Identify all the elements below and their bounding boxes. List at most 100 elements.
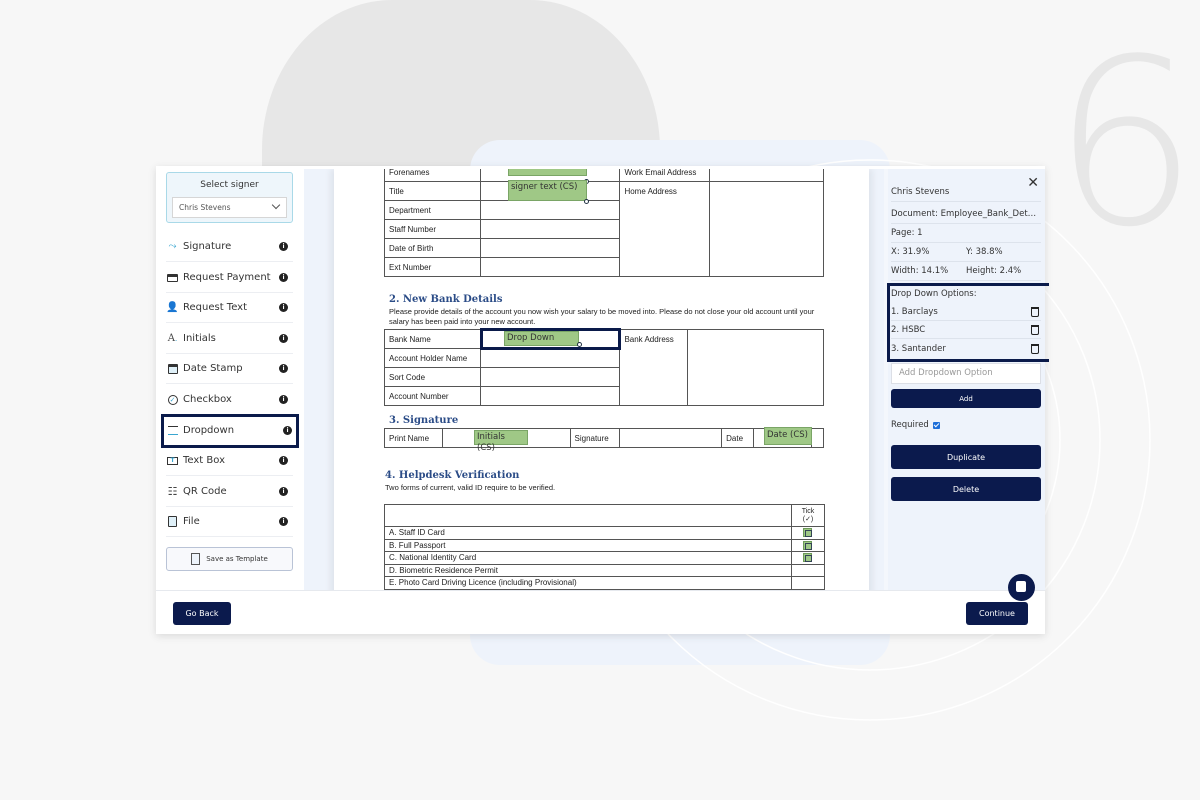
- tool-qr-code[interactable]: ☷ QR Code i: [166, 477, 293, 507]
- option-label: 1. Barclays: [891, 307, 938, 317]
- section-4-title: 4. Helpdesk Verification: [385, 470, 520, 481]
- drop-down-field[interactable]: Drop Down: [504, 331, 579, 346]
- trash-icon[interactable]: [1031, 325, 1039, 335]
- row-label: Date of Birth: [384, 238, 481, 258]
- info-icon[interactable]: i: [279, 364, 288, 373]
- row-label: Forenames: [384, 169, 481, 182]
- save-as-template-button[interactable]: Save as Template: [166, 547, 293, 571]
- credit-card-icon: [166, 271, 179, 284]
- signer-select-value: Chris Stevens: [179, 203, 231, 212]
- document-page: Forenames Work Email Address Title Home …: [334, 169, 869, 590]
- select-signer-title: Select signer: [200, 180, 259, 190]
- tools-sidebar: Select signer Chris Stevens ⤳ Signature …: [156, 166, 304, 590]
- first-name-field[interactable]: First Name: [508, 169, 587, 176]
- info-icon[interactable]: i: [279, 242, 288, 251]
- row-label: E. Photo Card Driving Licence (including…: [383, 576, 793, 590]
- info-icon[interactable]: i: [279, 303, 288, 312]
- required-label: Required: [891, 420, 929, 430]
- delete-button[interactable]: Delete: [891, 477, 1041, 501]
- row-label: Account Number: [384, 386, 481, 406]
- section-4-description: Two forms of current, valid ID require t…: [385, 483, 556, 492]
- trash-icon[interactable]: [1031, 307, 1039, 317]
- tool-checkbox[interactable]: ✓ Checkbox i: [166, 385, 293, 415]
- initials-field[interactable]: Initials (CS): [474, 430, 528, 453]
- info-icon[interactable]: i: [279, 456, 288, 465]
- check-circle-icon: ✓: [166, 393, 179, 406]
- row-value: [810, 428, 825, 448]
- row-label: Sort Code: [384, 367, 481, 387]
- checkbox-field-b[interactable]: [803, 541, 812, 550]
- qr-code-icon: ☷: [167, 485, 178, 498]
- table-row: Print Name Signature Date: [384, 428, 825, 448]
- row-label: C. National Identity Card: [383, 551, 793, 565]
- option-label: 2. HSBC: [891, 325, 926, 335]
- signature-table: Print Name Signature Date: [384, 428, 825, 448]
- date-field[interactable]: Date (CS): [764, 427, 812, 445]
- properties-panel: ✕ Chris Stevens Document: Employee_Bank_…: [884, 169, 1049, 590]
- row-label: Staff Number: [384, 219, 481, 239]
- tool-label: Signature: [183, 241, 232, 252]
- continue-button[interactable]: Continue: [966, 602, 1028, 625]
- row-label: D. Biometric Residence Permit: [383, 563, 793, 577]
- document-viewer[interactable]: Forenames Work Email Address Title Home …: [304, 169, 884, 590]
- required-checkbox[interactable]: [932, 421, 940, 429]
- table-row: E. Photo Card Driving Licence (including…: [383, 576, 825, 590]
- table-row: Title Home Address: [384, 181, 824, 277]
- info-icon[interactable]: i: [279, 273, 288, 282]
- calendar-icon: [166, 362, 179, 375]
- tool-date-stamp[interactable]: Date Stamp i: [166, 354, 293, 384]
- row-value: [479, 257, 621, 277]
- tool-signature[interactable]: ⤳ Signature i: [166, 232, 293, 262]
- footer-bar: Go Back Continue: [156, 590, 1045, 634]
- tool-dropdown[interactable]: Dropdown i: [161, 414, 299, 448]
- row-label: Account Holder Name: [384, 348, 481, 368]
- tool-initials[interactable]: A. Initials i: [166, 324, 293, 354]
- required-toggle[interactable]: Required: [891, 420, 940, 430]
- row-value: [479, 348, 621, 368]
- row-label: B. Full Passport: [383, 538, 793, 552]
- row-label: Ext Number: [384, 257, 481, 277]
- tool-request-payment[interactable]: Request Payment i: [166, 263, 293, 293]
- prop-page: Page: 1: [891, 224, 1041, 243]
- prop-x: X: 31.9%: [891, 247, 930, 257]
- duplicate-button[interactable]: Duplicate: [891, 445, 1041, 469]
- tool-file[interactable]: File i: [166, 507, 293, 537]
- resize-handle[interactable]: [577, 342, 582, 347]
- template-doc-icon: [191, 553, 201, 565]
- info-icon[interactable]: i: [279, 395, 288, 404]
- add-dropdown-option-input[interactable]: Add Dropdown Option: [891, 363, 1041, 384]
- info-icon[interactable]: i: [279, 334, 288, 343]
- signer-text-field[interactable]: signer text (CS): [508, 180, 587, 201]
- add-option-button[interactable]: Add: [891, 389, 1041, 408]
- helpdesk-verification-table: Tick (✓) A. Staff ID Card B. Full Passpo…: [383, 504, 825, 590]
- prop-size: Width: 14.1% Height: 2.4%: [891, 262, 1041, 281]
- row-value: [479, 200, 621, 220]
- prop-width: Width: 14.1%: [891, 266, 949, 276]
- tool-label: QR Code: [183, 486, 227, 497]
- tool-label: Request Text: [183, 302, 248, 313]
- table-row: B. Full Passport: [383, 538, 825, 552]
- info-icon[interactable]: i: [283, 426, 292, 435]
- signer-select[interactable]: Chris Stevens: [172, 197, 287, 218]
- row-value: [709, 181, 824, 277]
- info-icon[interactable]: i: [279, 487, 288, 496]
- chat-support-icon[interactable]: [1008, 574, 1035, 601]
- initials-icon: A.: [167, 333, 178, 344]
- info-icon[interactable]: i: [279, 517, 288, 526]
- go-back-button[interactable]: Go Back: [173, 602, 231, 625]
- tick-header: Tick (✓): [791, 504, 825, 527]
- checkbox-field-c[interactable]: [803, 553, 812, 562]
- tool-text-box[interactable]: T Text Box i: [166, 446, 293, 476]
- tool-request-text[interactable]: 👤 Request Text i: [166, 293, 293, 323]
- tool-label: Dropdown: [183, 425, 235, 436]
- trash-icon[interactable]: [1031, 344, 1039, 354]
- dropdown-option: 2. HSBC: [891, 321, 1041, 339]
- checkbox-field-a[interactable]: [803, 528, 812, 537]
- row-value: [619, 428, 723, 448]
- resize-handle[interactable]: [584, 199, 589, 204]
- table-row: C. National Identity Card: [383, 551, 825, 565]
- table-row: Forenames Work Email Address: [384, 169, 824, 182]
- tool-label: Checkbox: [183, 394, 232, 405]
- option-label: 3. Santander: [891, 344, 946, 354]
- save-as-template-label: Save as Template: [206, 555, 268, 563]
